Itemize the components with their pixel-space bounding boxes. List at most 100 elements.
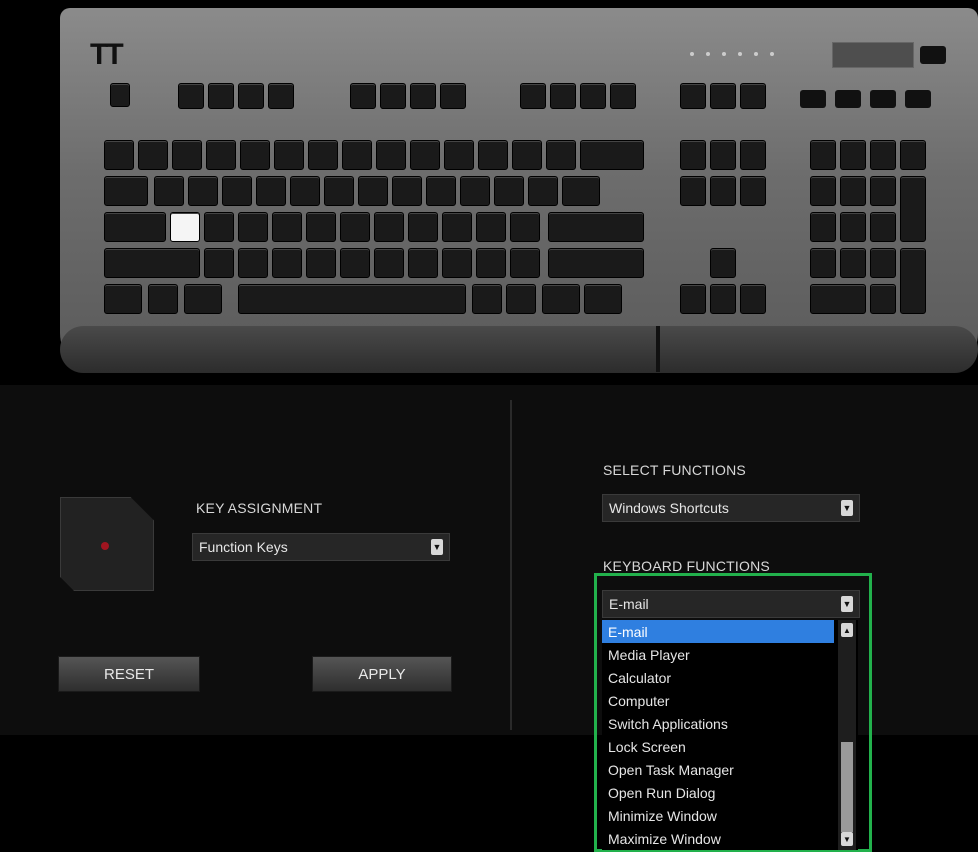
keyboard-key[interactable] [900,248,926,314]
keyboard-key[interactable] [740,176,766,206]
keyboard-key[interactable] [138,140,168,170]
list-item[interactable]: Computer [602,689,834,712]
keyboard-key[interactable] [580,83,606,109]
keyboard-key[interactable] [840,212,866,242]
keyboard-key[interactable] [680,140,706,170]
selected-key[interactable] [170,212,200,242]
apply-button[interactable]: APPLY [312,656,452,692]
keyboard-key[interactable] [340,248,370,278]
keyboard-key[interactable] [206,140,236,170]
keyboard-key[interactable] [550,83,576,109]
scroll-up-icon[interactable]: ▲ [841,623,853,637]
keyboard-key[interactable] [506,284,536,314]
keyboard-key[interactable] [410,83,436,109]
keyboard-key[interactable] [542,284,580,314]
keyboard-key[interactable] [256,176,286,206]
keyboard-key[interactable] [840,176,866,206]
keyboard-key[interactable] [290,176,320,206]
list-item[interactable]: Open Run Dialog [602,781,834,804]
keyboard-key[interactable] [238,83,264,109]
keyboard-key[interactable] [472,284,502,314]
keyboard-key[interactable] [342,140,372,170]
keyboard-key[interactable] [740,140,766,170]
keyboard-key[interactable] [710,140,736,170]
keyboard-key[interactable] [308,140,338,170]
media-key[interactable] [800,90,826,108]
keyboard-key[interactable] [562,176,600,206]
keyboard-key[interactable] [148,284,178,314]
keyboard-key[interactable] [274,140,304,170]
keyboard-key[interactable] [426,176,456,206]
keyboard-key[interactable] [476,248,506,278]
keyboard-key[interactable] [810,212,836,242]
keyboard-key[interactable] [188,176,218,206]
keyboard-key[interactable] [154,176,184,206]
keyboard-key[interactable] [340,212,370,242]
keyboard-key[interactable] [740,83,766,109]
key-assignment-select[interactable]: Function Keys ▼ [192,533,450,561]
chevron-down-icon[interactable]: ▼ [841,596,853,612]
keyboard-key[interactable] [410,140,440,170]
keyboard-key[interactable] [460,176,490,206]
keyboard-key[interactable] [238,284,466,314]
list-item[interactable]: Minimize Window [602,804,834,827]
keyboard-key[interactable] [900,176,926,242]
scrollbar-thumb[interactable] [841,742,853,832]
keyboard-key[interactable] [104,212,166,242]
list-item[interactable]: Lock Screen [602,735,834,758]
keyboard-key[interactable] [374,248,404,278]
keyboard-key[interactable] [240,140,270,170]
media-key[interactable] [905,90,931,108]
keyboard-key[interactable] [520,83,546,109]
keyboard-key[interactable] [840,248,866,278]
keyboard-key[interactable] [268,83,294,109]
keyboard-key[interactable] [710,83,736,109]
keyboard-key[interactable] [580,140,644,170]
keyboard-key[interactable] [870,212,896,242]
list-item[interactable]: Switch Applications [602,712,834,735]
keyboard-key[interactable] [272,212,302,242]
keyboard-key[interactable] [900,140,926,170]
keyboard-key[interactable] [306,248,336,278]
list-item[interactable]: Maximize Window [602,827,834,850]
keyboard-key[interactable] [440,83,466,109]
keyboard-key[interactable] [104,248,200,278]
list-scrollbar[interactable]: ▲ ▼ [838,620,856,850]
keyboard-key[interactable] [680,83,706,109]
keyboard-key[interactable] [740,284,766,314]
keyboard-key[interactable] [392,176,422,206]
keyboard-key[interactable] [510,212,540,242]
keyboard-key[interactable] [584,284,622,314]
keyboard-key[interactable] [208,83,234,109]
media-key[interactable] [835,90,861,108]
keyboard-key[interactable] [238,248,268,278]
chevron-down-icon[interactable]: ▼ [841,500,853,516]
keyboard-key[interactable] [494,176,524,206]
keyboard-key[interactable] [380,83,406,109]
keyboard-key[interactable] [870,176,896,206]
keyboard-key[interactable] [840,140,866,170]
keyboard-key[interactable] [184,284,222,314]
keyboard-key[interactable] [110,83,130,107]
keyboard-key[interactable] [306,212,336,242]
keyboard-key[interactable] [870,284,896,314]
keyboard-key[interactable] [324,176,354,206]
keyboard-key[interactable] [810,176,836,206]
reset-button[interactable]: RESET [58,656,200,692]
keyboard-key[interactable] [810,248,836,278]
keyboard-key[interactable] [238,212,268,242]
keyboard-key[interactable] [870,248,896,278]
keyboard-key[interactable] [810,284,866,314]
keyboard-key[interactable] [104,176,148,206]
keyboard-key[interactable] [548,248,644,278]
keyboard-key[interactable] [710,176,736,206]
keyboard-key[interactable] [204,248,234,278]
keyboard-key[interactable] [172,140,202,170]
keyboard-key[interactable] [104,140,134,170]
keyboard-key[interactable] [204,212,234,242]
keyboard-key[interactable] [178,83,204,109]
keyboard-key[interactable] [222,176,252,206]
keyboard-key[interactable] [442,248,472,278]
keyboard-key[interactable] [710,248,736,278]
keyboard-key[interactable] [870,140,896,170]
